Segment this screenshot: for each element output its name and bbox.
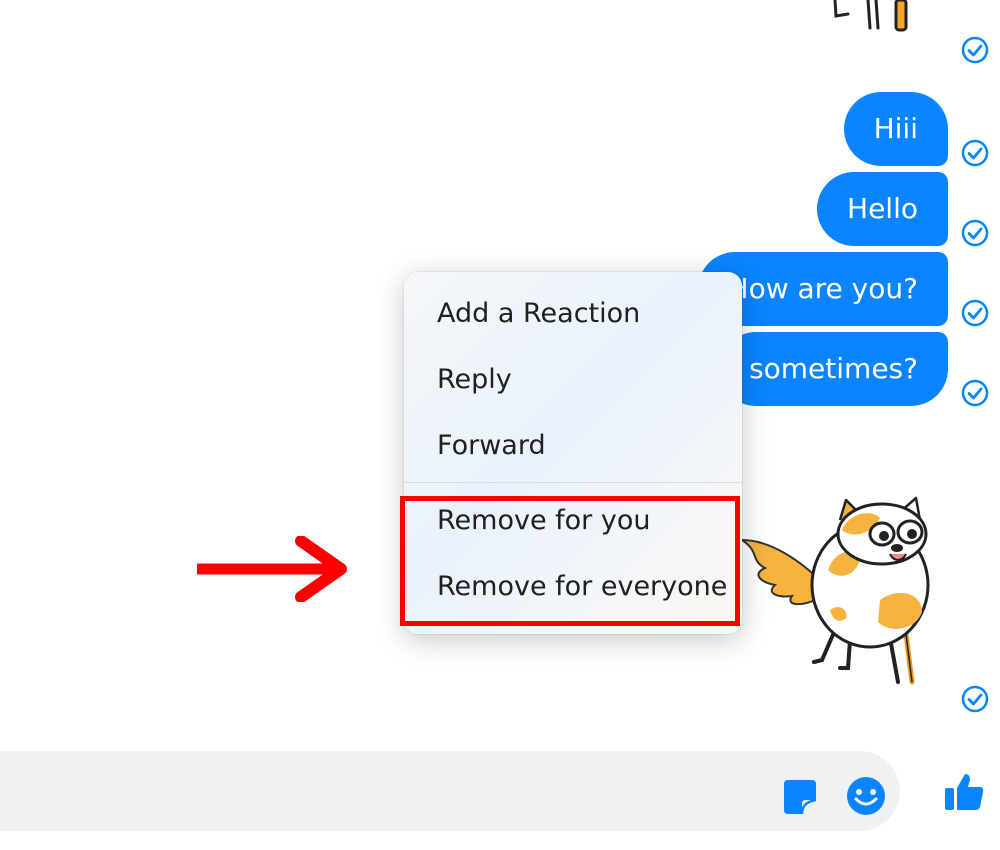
- message-bubble[interactable]: Hello: [817, 172, 948, 246]
- seen-check-icon: [961, 219, 989, 247]
- sticker-icon[interactable]: [778, 776, 822, 820]
- chat-window: Hiii Hello How are you? sometimes? Add a…: [0, 0, 1000, 850]
- seen-check-icon: [961, 36, 989, 64]
- seen-check-icon: [961, 299, 989, 327]
- menu-item-reply[interactable]: Reply: [404, 350, 742, 410]
- message-bubble[interactable]: Hiii: [843, 92, 948, 166]
- cat-sticker[interactable]: [730, 490, 940, 690]
- message-bubble[interactable]: sometimes?: [719, 332, 948, 406]
- menu-item-forward[interactable]: Forward: [404, 416, 742, 476]
- annotation-arrow-icon: [197, 536, 347, 602]
- seen-check-icon: [961, 685, 989, 713]
- emoji-icon[interactable]: [844, 774, 888, 818]
- cat-sticker-partial: [833, 0, 908, 32]
- menu-item-add-reaction[interactable]: Add a Reaction: [404, 284, 742, 344]
- menu-divider: [404, 482, 742, 483]
- seen-check-icon: [961, 139, 989, 167]
- seen-check-icon: [961, 379, 989, 407]
- thumbs-up-icon[interactable]: [942, 770, 986, 814]
- message-composer[interactable]: [0, 751, 900, 831]
- annotation-highlight-box: [400, 496, 740, 626]
